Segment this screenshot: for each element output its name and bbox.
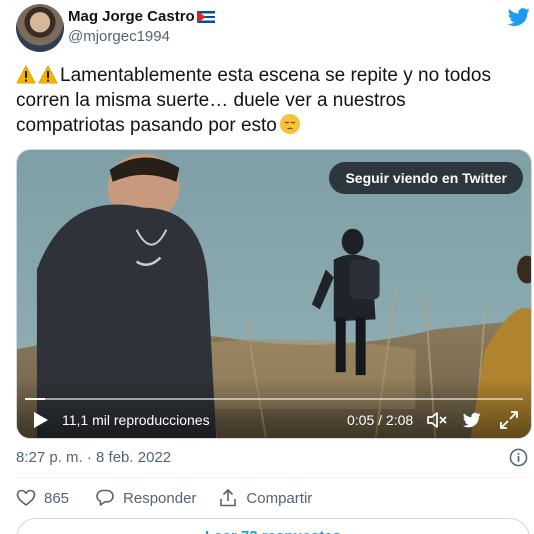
tweet-body: Lamentablemente esta escena se repite y … xyxy=(16,65,491,136)
expand-icon[interactable] xyxy=(498,409,520,431)
warning-icon xyxy=(38,65,58,84)
tweet-header: Mag Jorge Castro @mjorgec1994 xyxy=(16,4,534,52)
like-count: 865 xyxy=(44,489,70,507)
progress-bar[interactable] xyxy=(25,398,523,400)
video-controls: 11,1 mil reproducciones 0:05 / 2:08 xyxy=(17,378,531,438)
divider xyxy=(16,477,530,478)
follow-on-twitter-button[interactable]: Seguir viendo en Twitter xyxy=(329,162,523,194)
like-button[interactable]: 865 xyxy=(16,488,69,508)
twitter-bird-icon[interactable] xyxy=(506,6,532,28)
author-handle[interactable]: @mjorgec1994 xyxy=(68,28,170,45)
read-replies-button[interactable]: Leer 73 respuestas xyxy=(16,518,530,534)
warning-icon xyxy=(16,65,36,84)
video-time: 0:05 / 2:08 xyxy=(347,412,414,428)
author-name-row[interactable]: Mag Jorge Castro xyxy=(68,8,215,25)
reply-icon xyxy=(96,489,114,506)
share-button[interactable]: Compartir xyxy=(218,488,312,508)
share-icon xyxy=(220,489,237,507)
info-icon[interactable] xyxy=(509,448,528,467)
tweet-meta: 8:27 p. m. · 8 feb. 2022 xyxy=(16,448,530,468)
view-count: 11,1 mil reproducciones xyxy=(62,412,210,428)
progress-fill xyxy=(25,398,45,400)
twitter-bird-icon[interactable] xyxy=(462,411,482,429)
volume-muted-icon[interactable] xyxy=(426,409,448,431)
heart-icon xyxy=(16,489,36,506)
tweet-text: Lamentablemente esta escena se repite y … xyxy=(16,63,516,138)
cuba-flag-icon xyxy=(196,10,215,23)
play-icon[interactable] xyxy=(33,411,49,429)
reply-label: Responder xyxy=(123,489,197,507)
tweet-timestamp[interactable]: 8:27 p. m. · 8 feb. 2022 xyxy=(16,448,171,468)
avatar[interactable] xyxy=(16,4,64,52)
video-player[interactable]: Seguir viendo en Twitter 11,1 mil reprod… xyxy=(16,149,532,439)
author-display-name[interactable]: Mag Jorge Castro xyxy=(68,8,195,25)
share-label: Compartir xyxy=(246,489,313,507)
tweet-actions: 865 Responder Compartir xyxy=(16,486,312,510)
reply-button[interactable]: Responder xyxy=(95,488,196,508)
pensive-face-icon xyxy=(279,114,300,134)
